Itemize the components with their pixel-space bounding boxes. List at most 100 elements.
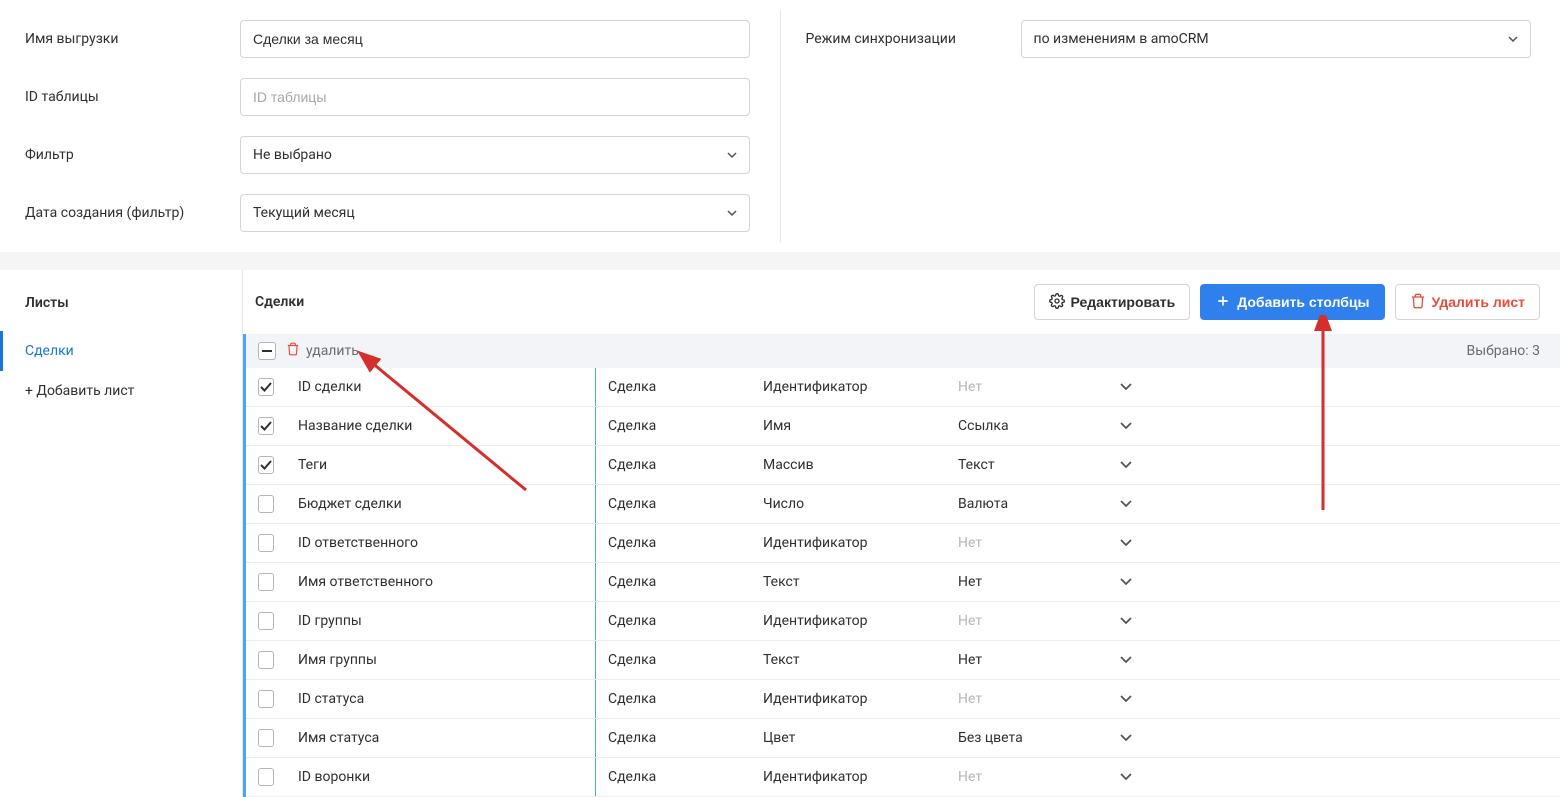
edit-button[interactable]: Редактировать xyxy=(1034,284,1191,320)
settings-right-column: Режим синхронизации по изменениям в amoC… xyxy=(781,10,1560,242)
row-expand[interactable] xyxy=(1106,641,1146,679)
row-expand[interactable] xyxy=(1106,446,1146,484)
gear-icon xyxy=(1049,293,1065,312)
settings-form: Имя выгрузки ID таблицы Фильтр Не выбран… xyxy=(0,0,1560,252)
bulk-delete-button[interactable]: удалить xyxy=(286,342,359,360)
table-row: ID статуса Сделка Идентификатор Нет xyxy=(246,680,1560,719)
table-row: Имя группы Сделка Текст Нет xyxy=(246,641,1560,680)
chevron-down-icon xyxy=(1120,574,1132,590)
column-format: Нет xyxy=(958,574,982,590)
select-all-checkbox[interactable] xyxy=(258,342,276,360)
row-expand[interactable] xyxy=(1106,368,1146,406)
table-id-input[interactable] xyxy=(240,78,750,116)
column-type: Массив xyxy=(763,457,814,473)
sheets-panel: Листы Сделки + Добавить лист Сделки Реда… xyxy=(0,270,1560,797)
column-entity: Сделка xyxy=(608,418,656,434)
sheet-header: Сделки Редактировать Добавить столбцы xyxy=(243,270,1560,334)
trash-icon xyxy=(1410,293,1426,312)
sidebar-item-deals[interactable]: Сделки xyxy=(0,331,242,371)
column-name: Имя ответственного xyxy=(298,574,433,590)
column-type: Идентификатор xyxy=(763,769,868,785)
row-expand[interactable] xyxy=(1106,680,1146,718)
column-type: Идентификатор xyxy=(763,379,868,395)
chevron-down-icon xyxy=(1120,691,1132,707)
column-format: Нет xyxy=(958,652,982,668)
column-entity: Сделка xyxy=(608,769,656,785)
column-format: Нет xyxy=(958,613,982,629)
row-checkbox[interactable] xyxy=(258,690,274,708)
column-type: Идентификатор xyxy=(763,535,868,551)
export-name-input[interactable] xyxy=(240,20,750,58)
column-entity: Сделка xyxy=(608,379,656,395)
table-row: ID сделки Сделка Идентификатор Нет xyxy=(246,368,1560,407)
filter-select[interactable]: Не выбрано xyxy=(240,136,750,174)
chevron-down-icon xyxy=(1120,457,1132,473)
row-expand[interactable] xyxy=(1106,602,1146,640)
add-columns-button-label: Добавить столбцы xyxy=(1237,294,1369,310)
sync-mode-select[interactable]: по изменениям в amoCRM xyxy=(1021,20,1531,58)
column-name: Бюджет сделки xyxy=(298,496,402,512)
row-checkbox[interactable] xyxy=(258,534,274,552)
column-type: Текст xyxy=(763,574,800,590)
column-type: Число xyxy=(763,496,804,512)
row-expand[interactable] xyxy=(1106,719,1146,757)
row-checkbox[interactable] xyxy=(258,456,274,474)
table-row: Название сделки Сделка Имя Ссылка xyxy=(246,407,1560,446)
column-entity: Сделка xyxy=(608,730,656,746)
chevron-down-icon xyxy=(1120,496,1132,512)
row-expand[interactable] xyxy=(1106,758,1146,796)
column-format: Нет xyxy=(958,691,982,707)
row-checkbox[interactable] xyxy=(258,417,274,435)
delete-sheet-button[interactable]: Удалить лист xyxy=(1395,284,1541,320)
filter-select-value: Не выбрано xyxy=(253,147,332,163)
row-checkbox[interactable] xyxy=(258,729,274,747)
selected-count: Выбрано: 3 xyxy=(1467,343,1541,359)
date-filter-select-value: Текущий месяц xyxy=(253,205,355,221)
row-checkbox[interactable] xyxy=(258,612,274,630)
add-columns-button[interactable]: Добавить столбцы xyxy=(1200,284,1384,320)
column-entity: Сделка xyxy=(608,652,656,668)
row-expand[interactable] xyxy=(1106,524,1146,562)
row-checkbox[interactable] xyxy=(258,378,274,396)
column-format: Валюта xyxy=(958,496,1008,512)
column-entity: Сделка xyxy=(608,574,656,590)
column-name: Теги xyxy=(298,457,327,473)
column-format: Текст xyxy=(958,457,995,473)
column-name: ID воронки xyxy=(298,769,370,785)
sidebar-add-sheet[interactable]: + Добавить лист xyxy=(0,371,242,411)
chevron-down-icon xyxy=(1120,613,1132,629)
column-entity: Сделка xyxy=(608,691,656,707)
column-type: Имя xyxy=(763,418,791,434)
row-expand[interactable] xyxy=(1106,563,1146,601)
row-expand[interactable] xyxy=(1106,407,1146,445)
chevron-down-icon xyxy=(1120,769,1132,785)
chevron-down-icon xyxy=(1120,652,1132,668)
column-name: Название сделки xyxy=(298,418,412,434)
chevron-down-icon xyxy=(1120,730,1132,746)
table-row: ID ответственного Сделка Идентификатор Н… xyxy=(246,524,1560,563)
table-row: Имя статуса Сделка Цвет Без цвета xyxy=(246,719,1560,758)
sync-mode-label: Режим синхронизации xyxy=(806,31,1021,47)
date-filter-label: Дата создания (фильтр) xyxy=(25,205,240,221)
bulk-action-bar: удалить Выбрано: 3 xyxy=(243,334,1560,368)
trash-icon xyxy=(286,342,300,360)
row-expand[interactable] xyxy=(1106,485,1146,523)
column-format: Нет xyxy=(958,379,982,395)
chevron-down-icon xyxy=(1120,418,1132,434)
row-checkbox[interactable] xyxy=(258,768,274,786)
column-format: Ссылка xyxy=(958,418,1009,434)
date-filter-select[interactable]: Текущий месяц xyxy=(240,194,750,232)
sheet-actions: Редактировать Добавить столбцы Удалить л… xyxy=(1034,284,1540,320)
table-id-label: ID таблицы xyxy=(25,89,240,105)
sync-mode-select-value: по изменениям в amoCRM xyxy=(1034,31,1209,47)
column-entity: Сделка xyxy=(608,496,656,512)
sheet-main: Сделки Редактировать Добавить столбцы xyxy=(243,270,1560,797)
table-row: Теги Сделка Массив Текст xyxy=(246,446,1560,485)
row-checkbox[interactable] xyxy=(258,573,274,591)
column-entity: Сделка xyxy=(608,535,656,551)
chevron-down-icon xyxy=(1120,535,1132,551)
edit-button-label: Редактировать xyxy=(1071,294,1176,310)
row-checkbox[interactable] xyxy=(258,651,274,669)
table-row: Бюджет сделки Сделка Число Валюта xyxy=(246,485,1560,524)
row-checkbox[interactable] xyxy=(258,495,274,513)
